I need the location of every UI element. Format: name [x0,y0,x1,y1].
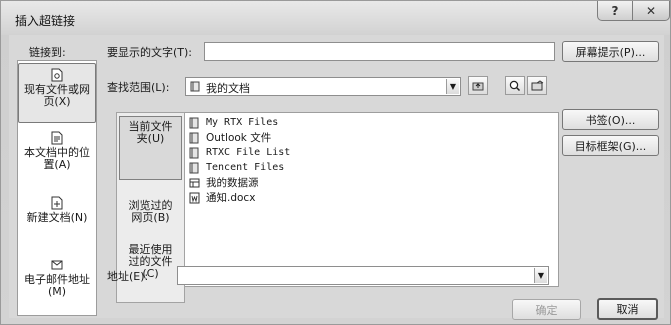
file-row[interactable]: My RTX Files [189,115,278,130]
subnav-current-folder[interactable]: 当前文件 夹(U) [119,116,182,180]
subnav-browsed-pages[interactable]: 浏览过的 网页(B) [119,196,182,236]
file-name: RTXC File List [206,147,291,158]
screen-tip-button[interactable]: 屏幕提示(P)... [562,41,659,62]
nav-place-line2: 置(A) [43,158,71,171]
nav-new-document[interactable]: 新建文档(N) [18,192,96,252]
file-row[interactable]: Tencent Files [189,160,284,175]
file-list[interactable]: My RTX Files Outlook 文件 RTXC File List T… [185,112,559,287]
nav-existing-file[interactable]: 现有文件或网 页(X) [18,63,96,123]
new-document-icon [51,196,63,210]
target-frame-button[interactable]: 目标框架(G)... [562,135,659,156]
file-name: 通知.docx [206,192,256,204]
folder-icon [189,162,199,173]
chevron-down-icon[interactable]: ▼ [534,268,547,283]
folder-icon [189,147,199,158]
browse-web-button[interactable] [505,76,525,95]
cancel-button[interactable]: 取消 [597,298,658,320]
nav-new-doc-line1: 新建文档(N) [26,211,88,224]
bookmark-button[interactable]: 书签(O)... [562,109,659,130]
nav-existing-file-line2: 页(X) [43,95,71,108]
nav-email-address[interactable]: 电子邮件地址 (M) [18,254,96,314]
display-text-input[interactable] [204,42,555,61]
up-folder-button[interactable] [468,76,488,95]
title-bar: 插入超链接 ? ✕ [1,1,670,35]
help-button[interactable]: ? [597,1,633,21]
file-row[interactable]: RTXC File List [189,145,290,160]
file-row[interactable]: Outlook 文件 [189,130,271,145]
subnav-recent-files[interactable]: 最近使用 过的文件 (C) [119,240,182,294]
browse-file-icon [531,80,543,91]
data-source-icon [189,178,200,187]
subnav-current-folder-line2: 夹(U) [136,132,165,145]
dialog-title: 插入超链接 [15,14,76,28]
subnav-browsed-line2: 网页(B) [131,211,170,224]
email-address-icon [51,260,63,270]
file-name: Tencent Files [206,162,285,173]
browse-file-button[interactable] [527,76,547,95]
ok-button[interactable]: 确定 [512,299,581,320]
dialog-body: 链接到: 现有文件或网 页(X) 本文档中的位 置(A) 新建文档(N) 电子邮… [9,35,664,320]
address-combo[interactable]: ▼ [177,266,549,285]
word-document-icon [189,192,200,203]
nav-email-line2: (M) [47,285,67,298]
up-folder-icon [472,82,484,90]
file-row[interactable]: 我的数据源 [189,175,259,190]
folder-icon [190,81,200,92]
look-in-combo[interactable]: 我的文档 ▼ [185,77,461,96]
link-to-label: 链接到: [29,46,66,59]
folder-icon [189,117,199,128]
close-button[interactable]: ✕ [632,1,670,21]
file-name: 我的数据源 [206,177,259,189]
insert-hyperlink-dialog: 插入超链接 ? ✕ 链接到: 现有文件或网 页(X) 本文档中的位 置(A) 新… [0,0,671,325]
file-name: My RTX Files [206,117,279,128]
place-in-document-icon [51,131,63,145]
folder-icon [189,132,199,143]
nav-place-in-document[interactable]: 本文档中的位 置(A) [18,127,96,187]
link-to-nav: 现有文件或网 页(X) 本文档中的位 置(A) 新建文档(N) 电子邮件地址 (… [17,60,97,316]
display-text-label: 要显示的文字(T): [107,46,193,59]
address-label: 地址(E): [107,270,149,283]
browse-web-icon [509,80,521,91]
file-name: Outlook 文件 [206,132,272,144]
look-in-label: 查找范围(L): [107,81,170,94]
look-in-value: 我的文档 [206,82,250,95]
file-row[interactable]: 通知.docx [189,190,255,205]
existing-file-icon [51,68,63,82]
chevron-down-icon[interactable]: ▼ [446,79,459,94]
